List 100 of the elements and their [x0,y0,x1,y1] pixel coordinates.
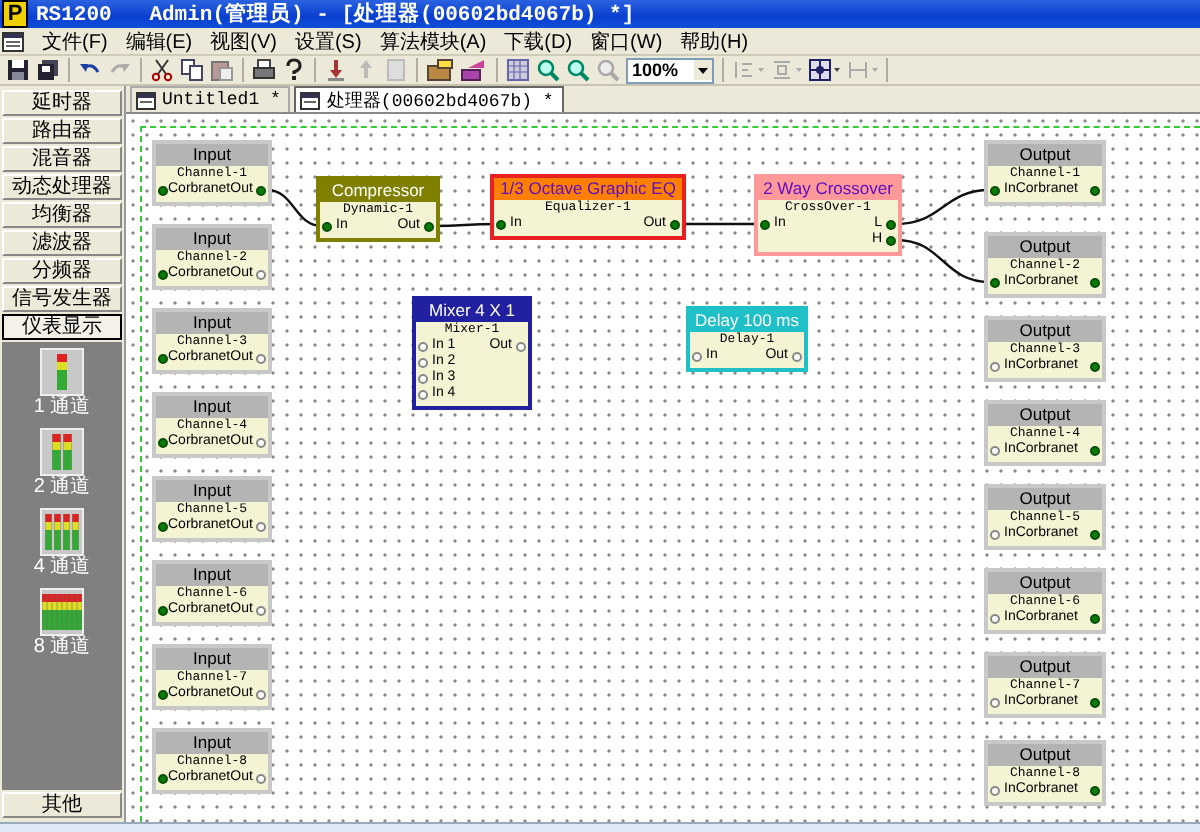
port-dot[interactable] [990,277,1000,287]
meter-label[interactable]: 2 通道 [33,478,91,498]
menu-item[interactable]: 编辑(E) [125,27,193,55]
category-button[interactable]: 滤波器 [2,230,122,256]
block-title: Delay 100 ms [690,310,804,332]
port-dot[interactable] [516,341,526,351]
menu-item[interactable]: 视图(V) [210,27,277,55]
document-icon[interactable] [136,91,156,109]
port-dot[interactable] [990,529,1000,539]
port-dot[interactable] [496,219,506,229]
print-icon[interactable] [252,58,276,82]
port-dot[interactable] [990,445,1000,455]
layout-icon[interactable] [808,58,840,82]
block-title: Output [988,488,1102,510]
diagram-canvas[interactable] [126,114,1200,822]
port-dot[interactable] [670,219,680,229]
port-dot[interactable] [256,185,267,195]
port-dot[interactable] [990,697,1000,707]
menu-item[interactable]: 帮助(H) [680,27,749,55]
port-dot[interactable] [322,221,332,231]
port-dot[interactable] [792,351,802,361]
meter-label[interactable]: 4 通道 [33,558,91,578]
grid-icon[interactable] [506,58,530,82]
category-button[interactable]: 仪表显示 [2,314,122,340]
level-meter-icon[interactable] [40,588,84,636]
zoom-in-icon[interactable] [536,58,560,82]
port-dot[interactable] [256,773,267,783]
block-title: Output [988,656,1102,678]
document-icon[interactable] [2,31,24,51]
port-dot[interactable] [990,785,1000,795]
port-dot[interactable] [424,221,434,231]
port-dot[interactable] [418,341,428,351]
port-dot[interactable] [158,185,168,195]
port-dot[interactable] [990,361,1000,371]
port-dot[interactable] [1090,445,1100,455]
port-dot[interactable] [158,521,168,531]
port-dot[interactable] [158,269,168,279]
port-dot[interactable] [158,773,168,783]
port-dot[interactable] [418,357,428,367]
port-dot[interactable] [1090,613,1100,623]
port-dot[interactable] [886,219,896,229]
port-dot[interactable] [256,269,267,279]
port-dot[interactable] [760,219,770,229]
category-button[interactable]: 延时器 [2,90,122,116]
port-dot[interactable] [256,521,267,531]
copy-icon[interactable] [180,58,204,82]
clipboard-icon[interactable] [384,58,408,82]
port-dot[interactable] [256,353,267,363]
port-dot[interactable] [1090,529,1100,539]
level-meter-icon[interactable] [40,348,84,396]
port-dot[interactable] [418,373,428,383]
save-icon[interactable] [6,58,30,82]
port-dot[interactable] [158,437,168,447]
document-tab[interactable]: 处理器(00602bd4067b) * [294,86,564,112]
menu-item[interactable]: 设置(S) [294,27,362,55]
menu-item[interactable]: 窗口(W) [590,27,663,55]
port-dot[interactable] [256,437,267,447]
port-dot[interactable] [418,389,428,399]
port-dot[interactable] [1090,697,1100,707]
meter-label[interactable]: 8 通道 [33,638,91,658]
download-icon[interactable] [324,58,348,82]
zoom-out-icon[interactable] [566,58,590,82]
scissors-icon[interactable] [150,58,174,82]
port-dot[interactable] [886,235,896,245]
menu-item[interactable]: 下载(D) [504,27,573,55]
device-add-icon[interactable] [426,58,454,82]
meter-label[interactable]: 1 通道 [33,398,91,418]
document-icon[interactable] [300,91,321,109]
device-link-icon[interactable] [460,58,488,82]
level-meter-icon[interactable] [40,508,84,556]
port-dot[interactable] [158,353,168,363]
help-icon[interactable] [282,58,306,82]
port-dot[interactable] [692,351,702,361]
category-button[interactable]: 路由器 [2,118,122,144]
category-button[interactable]: 混音器 [2,146,122,172]
category-button[interactable]: 信号发生器 [2,286,122,312]
port-dot[interactable] [1090,361,1100,371]
port-dot[interactable] [1090,277,1100,287]
menu-item[interactable]: 文件(F) [42,27,108,55]
port-dot[interactable] [158,605,168,615]
category-button[interactable]: 分频器 [2,258,122,284]
port-dot[interactable] [1090,185,1100,195]
block-title: 2 Way Crossover [758,178,898,200]
port-dot[interactable] [990,185,1000,195]
zoom-dropdown[interactable]: 100% [626,57,714,83]
category-button[interactable]: 其他 [2,792,122,818]
category-button[interactable]: 动态处理器 [2,174,122,200]
category-button[interactable]: 均衡器 [2,202,122,228]
block-title: Input [156,312,268,334]
port-dot[interactable] [158,689,168,699]
port-dot[interactable] [1090,785,1100,795]
level-meter-icon[interactable] [40,428,84,476]
paste-icon[interactable] [210,58,234,82]
menu-item[interactable]: 算法模块(A) [379,27,487,55]
block-title: Input [156,228,268,250]
port-dot[interactable] [990,613,1000,623]
save-all-icon[interactable] [36,58,60,82]
document-tab[interactable]: Untitled1 * [130,86,291,112]
port-dot[interactable] [256,605,267,615]
port-dot[interactable] [256,689,267,699]
